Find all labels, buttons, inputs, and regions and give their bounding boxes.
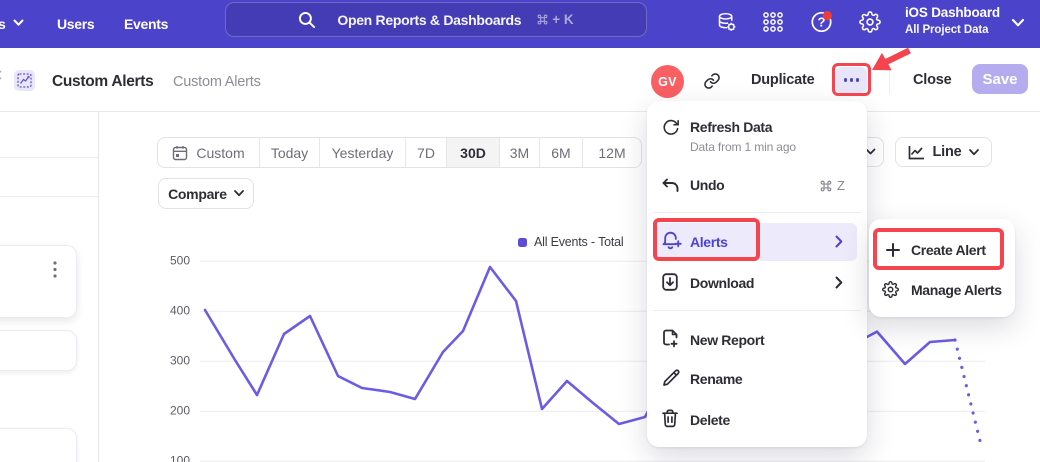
svg-text:300: 300 bbox=[170, 354, 190, 368]
svg-text:100: 100 bbox=[170, 454, 190, 462]
svg-text:200: 200 bbox=[170, 404, 190, 418]
svg-text:500: 500 bbox=[170, 254, 190, 268]
svg-text:400: 400 bbox=[170, 304, 190, 318]
